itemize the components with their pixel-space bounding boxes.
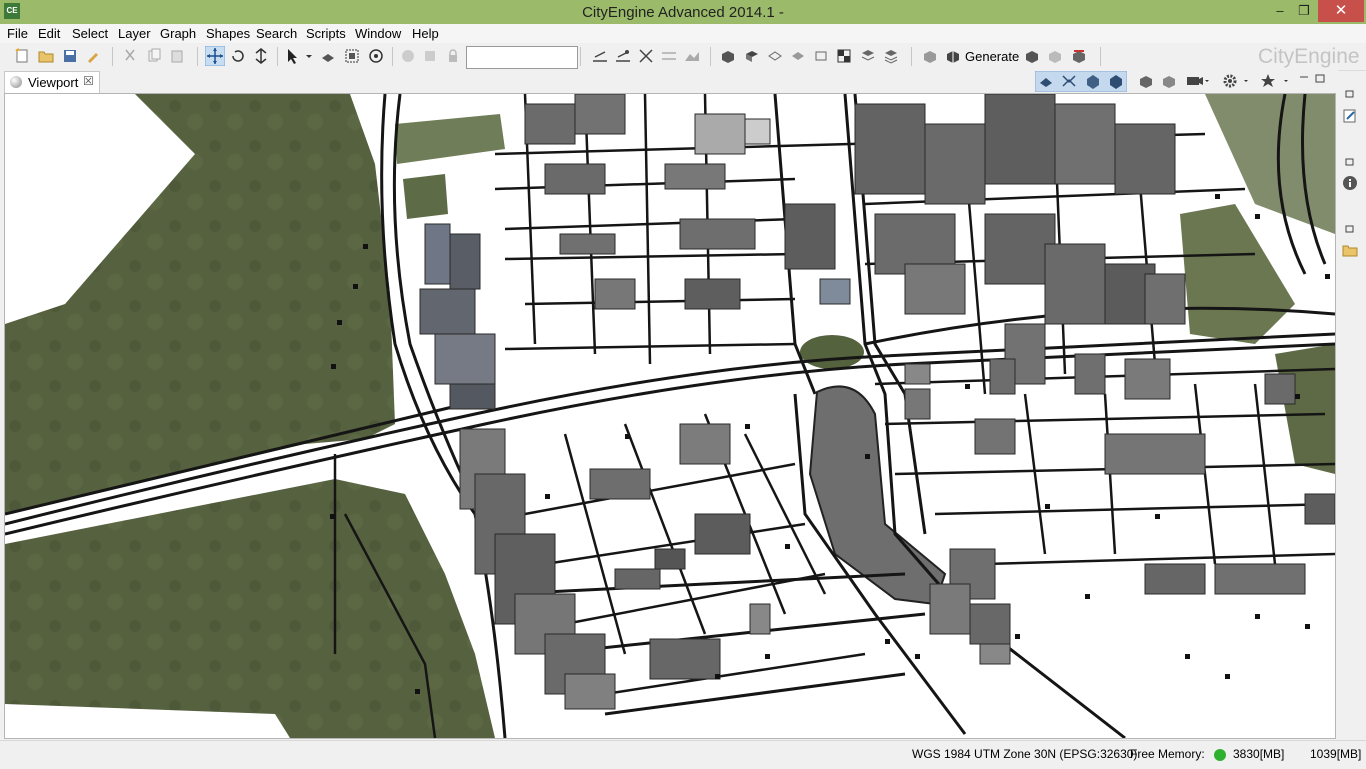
coordinate-system-label: WGS 1984 UTM Zone 30N (EPSG:32630) (912, 747, 1138, 761)
layer-merge-icon[interactable] (422, 48, 438, 64)
tab-viewport-label: Viewport (28, 75, 79, 90)
total-memory-value: 1039[MB] (1310, 747, 1362, 761)
close-tab-icon[interactable]: ☒ (83, 74, 94, 88)
export-icon[interactable] (1071, 48, 1087, 64)
menu-file[interactable]: File (7, 26, 28, 41)
search-input[interactable] (466, 46, 578, 69)
add-node-icon[interactable] (615, 48, 631, 64)
menu-help[interactable]: Help (412, 26, 439, 41)
copy-icon[interactable] (146, 48, 162, 64)
paste-icon[interactable] (169, 48, 185, 64)
camera-icon[interactable] (1186, 73, 1210, 89)
generate-button[interactable]: Generate (965, 49, 1019, 64)
minimize-maximize-view-icon[interactable] (1298, 73, 1328, 85)
menu-graph[interactable]: Graph (160, 26, 196, 41)
status-bar: WGS 1984 UTM Zone 30N (EPSG:32630) Free … (0, 740, 1366, 769)
cut-icon[interactable] (122, 48, 138, 64)
camera-bookmark-icon[interactable] (1138, 73, 1154, 89)
main-toolbar: Generate CityEngine (0, 43, 1366, 71)
free-memory-label: Free Memory: (1130, 747, 1205, 761)
restore-panel-icon[interactable] (1344, 88, 1356, 100)
viewport-tab-row: Viewport ☒ (0, 70, 1338, 93)
scale-tool-icon[interactable] (253, 48, 269, 64)
restore-panel-icon-3[interactable] (1344, 223, 1356, 235)
shape-tool-icon[interactable] (320, 48, 336, 64)
menu-layer[interactable]: Layer (118, 26, 151, 41)
globe-icon (10, 76, 22, 88)
frame-view-icon[interactable] (1161, 73, 1177, 89)
star-bookmark-icon[interactable] (1260, 73, 1294, 89)
rule-icon[interactable] (922, 48, 938, 64)
memory-status-indicator (1214, 749, 1226, 761)
3d-viewport[interactable] (4, 93, 1336, 739)
chevron-down-icon[interactable] (304, 48, 314, 64)
align-graph-icon[interactable] (661, 48, 677, 64)
terrain-align-icon[interactable] (684, 48, 700, 64)
target-icon[interactable] (368, 48, 384, 64)
open-folder-icon[interactable] (38, 48, 54, 64)
menu-search[interactable]: Search (256, 26, 297, 41)
cityengine-brand-logo: CityEngine (1258, 45, 1360, 68)
gear-icon[interactable] (1222, 73, 1256, 89)
texture-icon[interactable] (883, 48, 899, 64)
rotate-tool-icon[interactable] (230, 48, 246, 64)
city-scene[interactable] (5, 94, 1335, 738)
title-bar: CE CityEngine Advanced 2014.1 - – ❐ ✕ (0, 0, 1366, 24)
mesh-icon[interactable] (860, 48, 876, 64)
menu-scripts[interactable]: Scripts (306, 26, 346, 41)
combine-icon[interactable] (813, 48, 829, 64)
free-memory-value: 3830[MB] (1233, 747, 1285, 761)
tab-viewport[interactable]: Viewport ☒ (4, 71, 100, 93)
window-title: CityEngine Advanced 2014.1 - (582, 4, 784, 21)
navigator-folder-icon[interactable] (1342, 242, 1358, 258)
generate-icon[interactable] (945, 48, 961, 64)
menu-shapes[interactable]: Shapes (206, 26, 250, 41)
menu-select[interactable]: Select (72, 26, 108, 41)
close-button[interactable]: ✕ (1318, 0, 1364, 22)
restore-panel-icon-2[interactable] (1344, 156, 1356, 168)
brush-icon[interactable] (85, 48, 101, 64)
select-arrow-icon[interactable] (285, 48, 301, 64)
checker-icon[interactable] (836, 48, 852, 64)
shape-create-icon[interactable] (744, 48, 760, 64)
cleanup-graph-icon[interactable] (638, 48, 654, 64)
clean-models-icon[interactable] (1047, 48, 1063, 64)
street-tool-icon[interactable] (592, 48, 608, 64)
subdivide-icon[interactable] (767, 48, 783, 64)
offset-icon[interactable] (790, 48, 806, 64)
layer-stack-icon[interactable] (400, 48, 416, 64)
frame-icon[interactable] (344, 48, 360, 64)
menu-window[interactable]: Window (355, 26, 401, 41)
view-mode-buttons[interactable] (1035, 71, 1127, 92)
new-icon[interactable] (14, 48, 30, 64)
menu-edit[interactable]: Edit (38, 26, 60, 41)
menu-bar: File Edit Select Layer Graph Shapes Sear… (0, 24, 1366, 43)
lock-icon[interactable] (445, 48, 461, 64)
move-tool-icon[interactable] (205, 46, 225, 66)
save-icon[interactable] (62, 48, 78, 64)
restore-button[interactable]: ❐ (1292, 0, 1316, 22)
info-icon[interactable] (1342, 175, 1358, 191)
inspector-icon[interactable] (1342, 108, 1358, 124)
regenerate-icon[interactable] (1024, 48, 1040, 64)
minimize-button[interactable]: – (1268, 0, 1292, 22)
right-panel-strip (1338, 84, 1362, 744)
block-icon[interactable] (720, 48, 736, 64)
